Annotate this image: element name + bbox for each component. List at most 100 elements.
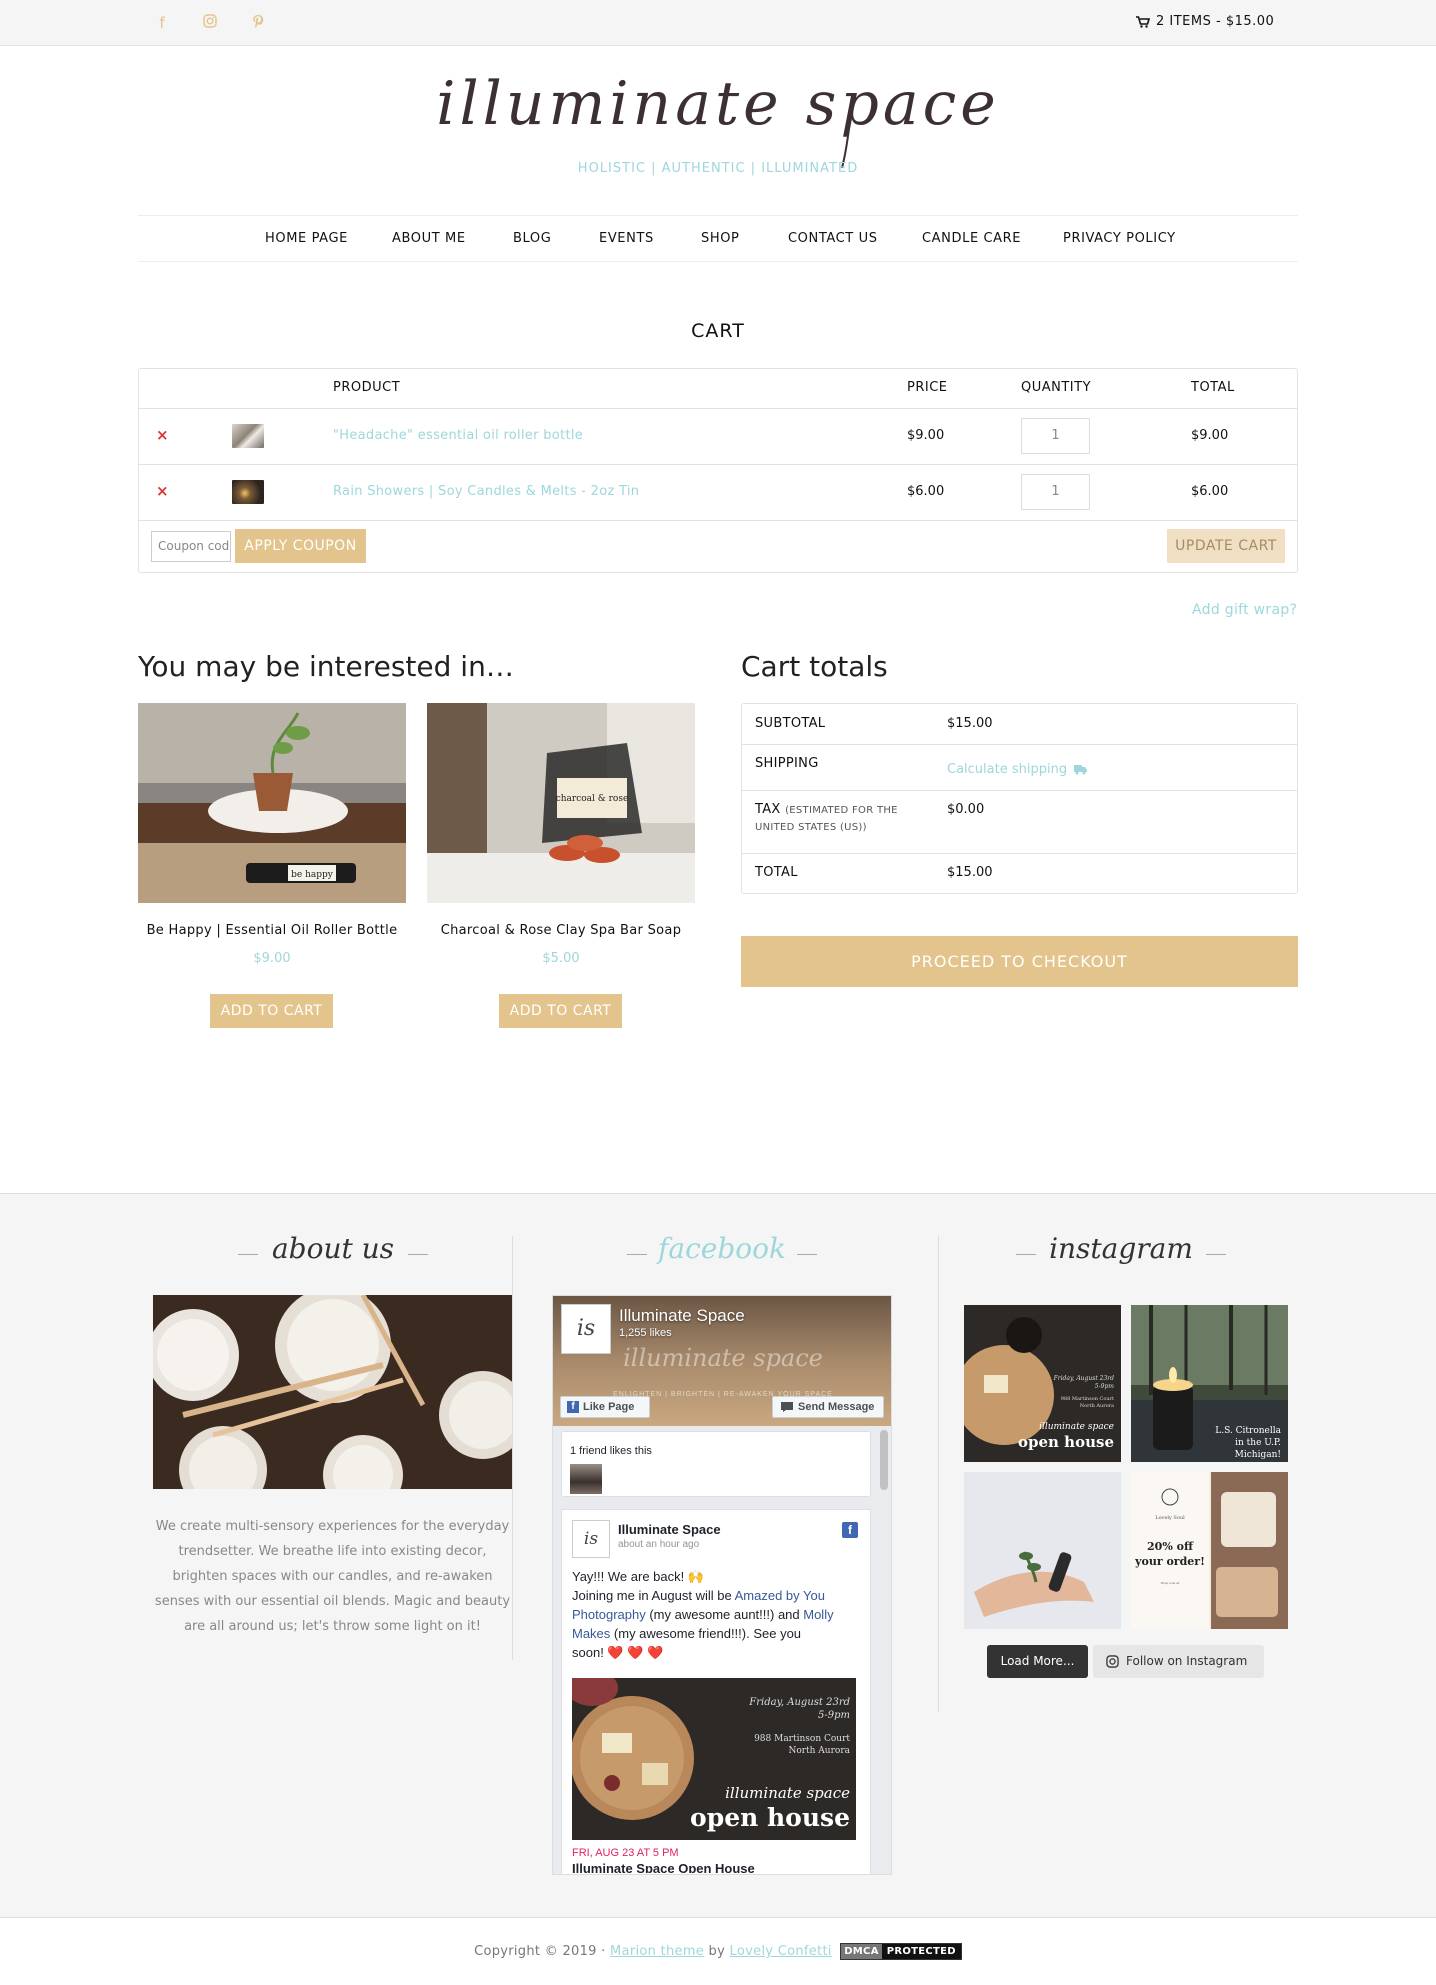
svg-text:your order!: your order!	[1134, 1555, 1205, 1568]
product-image-charcoal-rose-soap[interactable]: charcoal & rose	[427, 703, 695, 903]
coupon-code-input[interactable]: Coupon code	[151, 531, 231, 562]
cart-row: × Rain Showers | Soy Candles & Melts - 2…	[139, 465, 1297, 520]
svg-text:Shop now at: Shop now at	[1161, 1581, 1180, 1585]
follow-on-instagram-label: Follow on Instagram	[1126, 1654, 1248, 1668]
quantity-input[interactable]: 1	[1021, 474, 1090, 510]
add-to-cart-button[interactable]: ADD TO CART	[210, 994, 333, 1028]
fb-page-name[interactable]: Illuminate Space	[619, 1306, 745, 1326]
fb-friends-card: 1 friend likes this	[561, 1431, 871, 1497]
fb-post: is Illuminate Space about an hour ago f …	[561, 1509, 871, 1874]
tax-note: UNITED STATES (US))	[755, 822, 867, 833]
fb-event-image[interactable]: Friday, August 23rd 5-9pm 988 Martinson …	[572, 1678, 856, 1840]
svg-text:North Aurora: North Aurora	[1080, 1403, 1114, 1409]
cart-table: PRODUCT PRICE QUANTITY TOTAL × "Headache…	[138, 368, 1298, 573]
mini-cart-summary: 2 ITEMS - $15.00	[1156, 14, 1275, 29]
facebook-icon[interactable]: f	[153, 14, 171, 32]
nav-events[interactable]: EVENTS	[599, 231, 654, 246]
mini-cart-link[interactable]: 2 ITEMS - $15.00	[1136, 14, 1274, 29]
instagram-post[interactable]: L.S. Citronella in the U.P. Michigan!	[1131, 1305, 1288, 1462]
instagram-icon[interactable]	[201, 14, 219, 32]
fb-event-name[interactable]: Illuminate Space Open House	[572, 1861, 755, 1873]
fb-page-likes: 1,255 likes	[619, 1327, 672, 1339]
svg-text:open house: open house	[690, 1803, 850, 1832]
subtotal-label: SUBTOTAL	[755, 716, 826, 731]
about-us-title: about us	[271, 1232, 395, 1265]
fb-mention-link[interactable]: Photography	[572, 1607, 646, 1622]
fb-post-line: soon! ❤️ ❤️ ❤️	[572, 1645, 664, 1660]
nav-blog[interactable]: BLOG	[513, 231, 551, 246]
fb-like-page-label: Like Page	[583, 1401, 635, 1413]
fb-post-author[interactable]: Illuminate Space	[618, 1522, 721, 1537]
dmca-label: DMCA	[841, 1944, 882, 1959]
svg-text:illuminate space: illuminate space	[1039, 1422, 1114, 1432]
product-price: $5.00	[542, 951, 580, 966]
fb-event-date: FRI, AUG 23 AT 5 PM	[572, 1847, 679, 1859]
instagram-post[interactable]: Friday, August 23rd 5-9pm 988 Martinson …	[964, 1305, 1121, 1462]
theme-link[interactable]: Marion theme	[610, 1944, 704, 1959]
cart-icon	[1136, 15, 1150, 28]
product-price: $9.00	[253, 951, 291, 966]
instagram-load-more-button[interactable]: Load More...	[987, 1645, 1088, 1678]
site-logo[interactable]: illuminate space	[430, 69, 1006, 170]
author-link[interactable]: Lovely Confetti	[730, 1944, 832, 1959]
product-name[interactable]: Be Happy | Essential Oil Roller Bottle	[138, 923, 406, 938]
product-thumbnail[interactable]	[232, 480, 264, 504]
proceed-to-checkout-button[interactable]: PROCEED TO CHECKOUT	[741, 936, 1298, 987]
fb-cover-text: illuminate space	[623, 1344, 823, 1372]
product-thumbnail[interactable]	[232, 424, 264, 448]
fb-post-time: about an hour ago	[618, 1539, 700, 1550]
fb-scrollbar[interactable]	[880, 1430, 888, 1490]
top-bar: f 2 ITEMS - $15.00	[0, 0, 1436, 46]
instagram-post[interactable]: Lovely Soul 20% off your order! Shop now…	[1131, 1472, 1288, 1629]
dmca-badge[interactable]: DMCA PROTECTED	[840, 1943, 962, 1960]
friend-avatar[interactable]	[570, 1464, 602, 1494]
fb-page-avatar[interactable]: is	[561, 1304, 611, 1354]
column-header-total: TOTAL	[1191, 380, 1235, 395]
nav-shop[interactable]: SHOP	[701, 231, 740, 246]
product-name[interactable]: Charcoal & Rose Clay Spa Bar Soap	[427, 923, 695, 938]
column-divider	[512, 1236, 513, 1660]
svg-text:988 Martinson Court: 988 Martinson Court	[754, 1734, 850, 1744]
nav-about-me[interactable]: ABOUT ME	[392, 231, 466, 246]
add-to-cart-button[interactable]: ADD TO CART	[499, 994, 622, 1028]
tax-label-text: TAX	[755, 802, 781, 817]
product-image-be-happy[interactable]: be happy	[138, 703, 406, 903]
item-total: $9.00	[1191, 428, 1229, 443]
about-us-text: We create multi-sensory experiences for …	[154, 1519, 511, 1634]
fb-post-avatar[interactable]: is	[572, 1520, 610, 1558]
copyright-text: Copyright © 2019 ·	[474, 1944, 611, 1959]
about-us-image	[153, 1295, 512, 1489]
svg-text:North Aurora: North Aurora	[788, 1746, 850, 1756]
remove-item-button[interactable]: ×	[156, 426, 169, 444]
product-link[interactable]: Rain Showers | Soy Candles & Melts - 2oz…	[333, 484, 639, 499]
product-link[interactable]: "Headache" essential oil roller bottle	[333, 428, 583, 443]
nav-privacy-policy[interactable]: PRIVACY POLICY	[1063, 231, 1176, 246]
page-title: CART	[691, 320, 745, 342]
fb-send-message-button[interactable]: Send Message	[772, 1396, 884, 1418]
svg-text:988 Martinson Court: 988 Martinson Court	[1061, 1396, 1114, 1402]
facebook-page-widget[interactable]: illuminate space ENLIGHTEN | BRIGHTEN | …	[552, 1295, 892, 1875]
total-label: TOTAL	[755, 865, 798, 880]
fb-mention-link[interactable]: Amazed by You	[735, 1588, 825, 1603]
svg-text:Friday, August 23rd: Friday, August 23rd	[1053, 1375, 1115, 1382]
fb-like-page-button[interactable]: f Like Page	[560, 1396, 650, 1418]
remove-item-button[interactable]: ×	[156, 482, 169, 500]
item-price: $6.00	[907, 484, 945, 499]
nav-home-page[interactable]: HOME PAGE	[265, 231, 348, 246]
svg-text:charcoal & rose: charcoal & rose	[556, 794, 629, 804]
update-cart-button[interactable]: UPDATE CART	[1167, 529, 1285, 563]
calculate-shipping-link[interactable]: Calculate shipping	[947, 762, 1088, 777]
column-header-price: PRICE	[907, 380, 948, 395]
apply-coupon-button[interactable]: APPLY COUPON	[235, 529, 366, 563]
add-gift-wrap-link[interactable]: Add gift wrap?	[1192, 602, 1297, 618]
facebook-icon: f	[842, 1522, 858, 1538]
fb-post-line: Yay!!! We are back! 🙌	[572, 1569, 705, 1584]
follow-on-instagram-button[interactable]: Follow on Instagram	[1093, 1645, 1264, 1678]
nav-contact-us[interactable]: CONTACT US	[788, 231, 878, 246]
quantity-input[interactable]: 1	[1021, 418, 1090, 454]
nav-candle-care[interactable]: CANDLE CARE	[922, 231, 1021, 246]
pinterest-icon[interactable]	[249, 14, 267, 32]
instagram-post[interactable]	[964, 1472, 1121, 1629]
fb-mention-link[interactable]: Molly	[803, 1607, 833, 1622]
fb-mention-link[interactable]: Makes	[572, 1626, 610, 1641]
